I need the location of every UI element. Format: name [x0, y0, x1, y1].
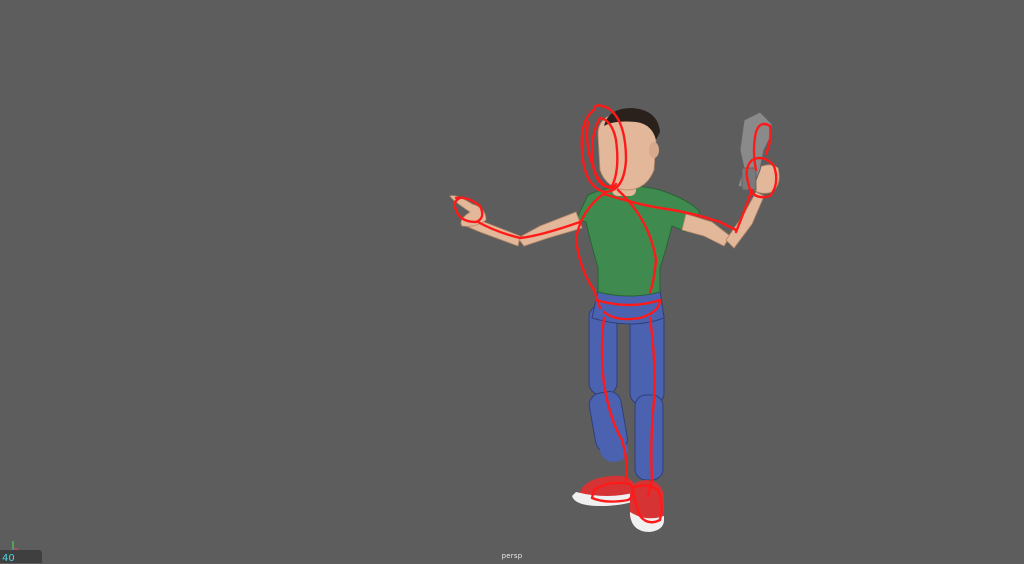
character-model[interactable] [449, 108, 780, 532]
camera-label: persp [501, 552, 523, 560]
right-leg[interactable] [629, 304, 665, 481]
right-arm[interactable] [681, 164, 780, 249]
left-leg[interactable] [587, 304, 629, 462]
character-scene[interactable] [0, 0, 1024, 563]
maya-viewport[interactable]: persp 40 [0, 0, 1024, 564]
